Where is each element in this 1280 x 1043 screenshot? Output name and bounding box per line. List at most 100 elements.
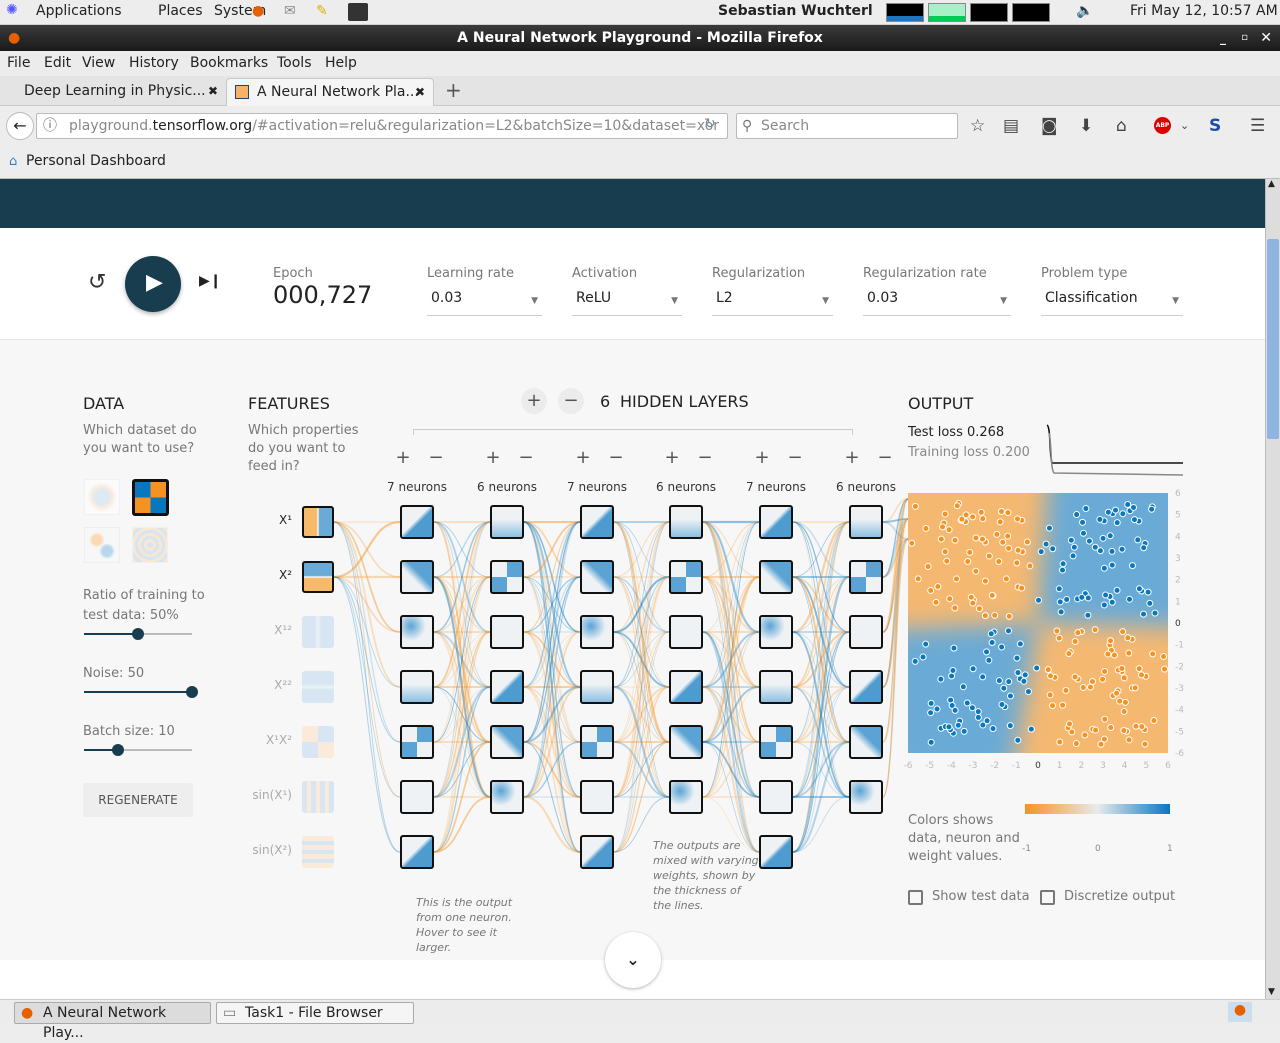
neuron[interactable] <box>490 560 524 594</box>
reading-list-icon[interactable]: ▤ <box>1003 116 1019 136</box>
search-input[interactable]: ⚲ Search <box>736 113 958 139</box>
neuron[interactable] <box>759 780 793 814</box>
menu-history[interactable]: History <box>129 55 179 71</box>
neuron[interactable] <box>849 670 883 704</box>
adblock-icon[interactable]: ABP <box>1154 117 1171 134</box>
neuron[interactable] <box>849 505 883 539</box>
url-bar[interactable]: ⓘ playground.tensorflow.org/#activation=… <box>36 113 728 139</box>
neuron[interactable] <box>580 725 614 759</box>
remove-neuron-button[interactable]: − <box>423 445 449 471</box>
add-neuron-button[interactable]: + <box>390 445 416 471</box>
neuron[interactable] <box>849 725 883 759</box>
add-neuron-button[interactable]: + <box>749 445 775 471</box>
neuron[interactable] <box>580 835 614 869</box>
scroll-down-icon[interactable]: ▼ <box>1268 987 1275 997</box>
neuron[interactable] <box>400 670 434 704</box>
firefox-launcher-icon[interactable]: ● <box>252 3 264 19</box>
remove-layer-button[interactable]: − <box>558 388 584 414</box>
new-tab-button[interactable]: + <box>445 78 462 102</box>
site-info-icon[interactable]: ⓘ <box>43 114 57 138</box>
neuron[interactable] <box>759 560 793 594</box>
neuron[interactable] <box>490 670 524 704</box>
neuron[interactable] <box>400 725 434 759</box>
bookmark-star-icon[interactable]: ☆ <box>970 116 985 136</box>
neuron[interactable] <box>490 505 524 539</box>
terminal-launcher-icon[interactable] <box>348 3 368 21</box>
weight-link[interactable] <box>333 576 401 688</box>
scroll-down-button[interactable]: ⌄ <box>605 932 661 988</box>
neuron[interactable] <box>490 780 524 814</box>
add-neuron-button[interactable]: + <box>480 445 506 471</box>
hamburger-menu-icon[interactable]: ☰ <box>1250 116 1265 136</box>
neuron[interactable] <box>669 560 703 594</box>
mail-launcher-icon[interactable]: ✉ <box>284 3 296 19</box>
neuron[interactable] <box>759 835 793 869</box>
neuron[interactable] <box>759 615 793 649</box>
neuron[interactable] <box>400 505 434 539</box>
neuron[interactable] <box>400 615 434 649</box>
home-icon[interactable]: ⌂ <box>1116 116 1127 136</box>
discretize-output-checkbox[interactable] <box>1040 890 1055 905</box>
menu-tools[interactable]: Tools <box>277 55 312 71</box>
minimize-button[interactable]: _ <box>1220 25 1226 51</box>
neuron[interactable] <box>849 780 883 814</box>
adblock-dropdown-icon[interactable]: ⌄ <box>1180 119 1189 132</box>
neuron[interactable] <box>400 560 434 594</box>
scrollbar-thumb[interactable] <box>1267 239 1279 439</box>
weight-link[interactable] <box>613 521 670 798</box>
neuron[interactable] <box>849 560 883 594</box>
clock[interactable]: Fri May 12, 10:57 AM <box>1130 3 1278 19</box>
close-tab-icon[interactable]: ✖ <box>208 78 218 104</box>
applications-menu[interactable]: Applications <box>36 3 122 19</box>
add-neuron-button[interactable]: + <box>659 445 685 471</box>
add-neuron-button[interactable]: + <box>570 445 596 471</box>
menu-help[interactable]: Help <box>325 55 357 71</box>
remove-neuron-button[interactable]: − <box>513 445 539 471</box>
neuron[interactable] <box>580 615 614 649</box>
neuron[interactable] <box>669 725 703 759</box>
show-test-data-checkbox[interactable] <box>908 890 923 905</box>
neuron[interactable] <box>759 505 793 539</box>
weight-link[interactable] <box>433 521 491 798</box>
s-extension-icon[interactable]: S <box>1209 116 1221 136</box>
maximize-button[interactable]: ▫ <box>1241 25 1248 51</box>
neuron[interactable] <box>669 505 703 539</box>
tab-neural-network-playground[interactable]: A Neural Network Pla... ✖ <box>226 78 434 106</box>
neuron[interactable] <box>490 615 524 649</box>
remove-neuron-button[interactable]: − <box>782 445 808 471</box>
menu-edit[interactable]: Edit <box>44 55 71 71</box>
add-neuron-button[interactable]: + <box>839 445 865 471</box>
neuron[interactable] <box>580 670 614 704</box>
page-scrollbar[interactable]: ▲ ▼ <box>1265 179 1280 999</box>
close-tab-icon[interactable]: ✖ <box>415 79 425 105</box>
remove-neuron-button[interactable]: − <box>603 445 629 471</box>
neuron[interactable] <box>669 615 703 649</box>
neuron[interactable] <box>580 780 614 814</box>
notes-launcher-icon[interactable]: ✎ <box>316 3 328 19</box>
places-menu[interactable]: Places <box>158 3 203 19</box>
show-test-data-label[interactable]: Show test data <box>932 889 1030 904</box>
neuron[interactable] <box>400 780 434 814</box>
gnome-foot-icon[interactable]: ✺ <box>6 2 18 18</box>
scroll-up-icon[interactable]: ▲ <box>1268 179 1275 189</box>
add-layer-button[interactable]: + <box>521 388 547 414</box>
neuron[interactable] <box>580 505 614 539</box>
reload-icon[interactable]: ↻ <box>704 116 716 132</box>
menu-bookmarks[interactable]: Bookmarks <box>190 55 268 71</box>
close-window-button[interactable]: ✕ <box>1260 25 1272 51</box>
taskbar-file-browser[interactable]: ▭ Task1 - File Browser <box>216 1002 414 1024</box>
weight-link[interactable] <box>702 521 760 798</box>
downloads-icon[interactable]: ⬇ <box>1079 116 1093 136</box>
remove-neuron-button[interactable]: − <box>872 445 898 471</box>
remove-neuron-button[interactable]: − <box>692 445 718 471</box>
neuron[interactable] <box>580 560 614 594</box>
pocket-icon[interactable]: ◙ <box>1041 116 1058 136</box>
neuron[interactable] <box>669 780 703 814</box>
tab-deep-learning[interactable]: Deep Learning in Physic... ✖ <box>14 78 224 106</box>
back-button[interactable]: ← <box>6 112 34 140</box>
neuron[interactable] <box>759 725 793 759</box>
workspace-switcher[interactable]: ● <box>1228 1002 1252 1022</box>
weight-link[interactable] <box>433 576 491 853</box>
weight-link[interactable] <box>333 576 401 853</box>
weight-link[interactable] <box>523 521 581 798</box>
